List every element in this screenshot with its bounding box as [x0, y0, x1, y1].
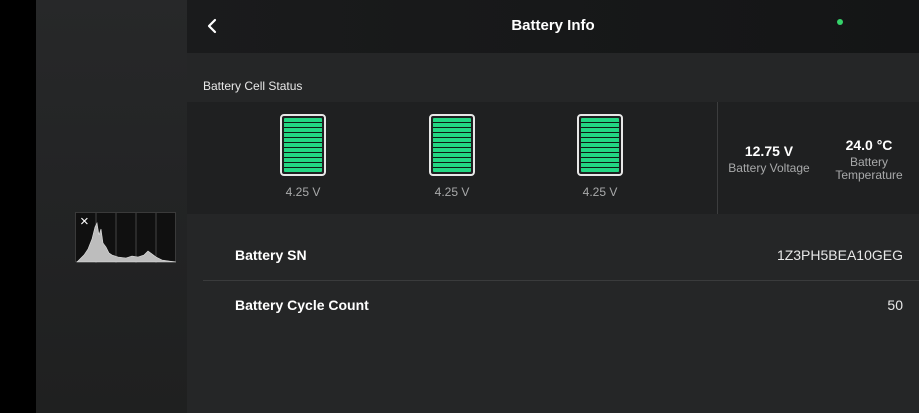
- row-value: 50: [887, 297, 903, 313]
- row-label: Battery SN: [235, 247, 307, 263]
- battery-cell-1: 4.25 V: [271, 114, 335, 199]
- left-bezel: [0, 0, 36, 413]
- battery-info-panel: Battery Info Battery Cell Status 4.25 V …: [187, 0, 919, 413]
- row-label: Battery Cycle Count: [235, 297, 369, 313]
- cell-status-area: 4.25 V 4.25 V 4.25 V 12.75 V Battery Vol…: [187, 102, 919, 214]
- battery-icon: [280, 114, 326, 176]
- status-indicator: [837, 19, 843, 25]
- section-label: Battery Cell Status: [203, 79, 303, 93]
- battery-temperature-value: 24.0 °C: [845, 137, 893, 153]
- divider: [717, 102, 718, 214]
- row-divider: [203, 280, 919, 281]
- battery-cycle-count-row: Battery Cycle Count 50: [203, 282, 919, 330]
- battery-cell-3: 4.25 V: [568, 114, 632, 199]
- battery-voltage-label: Battery Voltage: [728, 161, 810, 175]
- battery-sn-row: Battery SN 1Z3PH5BEA10GEG: [203, 232, 919, 280]
- page-title: Battery Info: [511, 17, 595, 34]
- cell-voltage: 4.25 V: [434, 185, 470, 199]
- cell-voltage: 4.25 V: [582, 185, 618, 199]
- battery-cell-2: 4.25 V: [420, 114, 484, 199]
- histogram-widget[interactable]: ×: [75, 212, 177, 263]
- battery-voltage-value: 12.75 V: [744, 143, 794, 159]
- battery-icon: [577, 114, 623, 176]
- cell-voltage: 4.25 V: [285, 185, 321, 199]
- histogram-graph: [76, 213, 177, 263]
- row-value: 1Z3PH5BEA10GEG: [776, 247, 903, 263]
- battery-icon: [429, 114, 475, 176]
- battery-temperature-label-2: Temperature: [835, 168, 903, 182]
- top-bar: Battery Info: [187, 0, 919, 53]
- battery-temperature-stat: 24.0 °C Battery Temperature: [825, 137, 913, 182]
- camera-preview: [36, 0, 187, 413]
- battery-voltage-stat: 12.75 V Battery Voltage: [721, 143, 817, 175]
